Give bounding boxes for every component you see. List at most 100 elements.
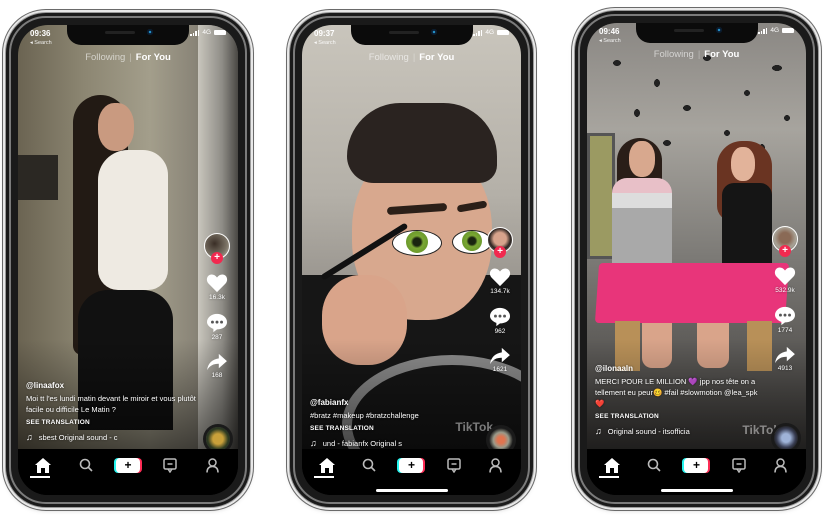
status-time: 09:37 (314, 29, 335, 38)
back-to-search-link[interactable]: ◂ Search (314, 40, 336, 46)
video-caption: @linaafox Moi tt l'es lundi matin devant… (26, 380, 196, 443)
share-arrow-icon (207, 353, 227, 371)
phone-2: 09:37 ◂ Search 4G Following | For You + 13… (290, 13, 533, 507)
share-button[interactable]: 4913 (774, 346, 796, 372)
like-button[interactable]: 134.7k (489, 267, 511, 295)
nav-home[interactable] (312, 456, 342, 474)
tab-separator: | (697, 49, 701, 60)
caption-text: #bratz #makeup #bratzchallenge (310, 411, 419, 420)
like-button[interactable]: 532.9k (774, 266, 796, 294)
inbox-icon (446, 457, 461, 473)
video-subject-face (98, 103, 134, 151)
sound-info[interactable]: ♫ sbest Original sound - c (26, 432, 196, 443)
tab-for-you[interactable]: For You (136, 52, 171, 63)
phone-screen: 09:46 ◂ Search 4G Following | For You + 53… (587, 23, 806, 495)
follow-button[interactable]: + (779, 245, 791, 257)
network-label: 4G (770, 27, 779, 34)
creator-avatar[interactable]: + (204, 233, 230, 264)
nav-discover[interactable] (639, 456, 669, 474)
like-button[interactable]: 16.3k (206, 273, 228, 301)
creator-username[interactable]: @linaafox (26, 380, 196, 391)
nav-create[interactable]: + (396, 456, 426, 474)
phone-screen: 09:36 ◂ Search 4G Following | For You + 16… (18, 25, 238, 495)
plus-icon: + (115, 457, 140, 473)
nav-home[interactable] (28, 456, 58, 474)
status-bar: 09:46 ◂ Search 4G (597, 26, 796, 44)
tab-following[interactable]: Following (654, 49, 694, 60)
signal-icon (190, 29, 200, 36)
see-translation-link[interactable]: SEE TRANSLATION (310, 423, 480, 434)
creator-avatar[interactable]: + (487, 227, 513, 258)
feed-tabs: Following | For You (18, 52, 238, 63)
tab-for-you[interactable]: For You (419, 52, 454, 63)
home-icon (319, 457, 336, 473)
create-button[interactable]: + (397, 457, 426, 473)
create-button[interactable]: + (682, 457, 711, 473)
nav-profile[interactable] (198, 456, 228, 474)
nav-home[interactable] (597, 456, 627, 474)
caption-text: Moi tt l'es lundi matin devant le miroir… (26, 394, 196, 414)
follow-button[interactable]: + (211, 252, 223, 264)
nav-inbox[interactable] (724, 456, 754, 474)
video-caption: @ilonaaln MERCI POUR LE MILLION 💜 jpp no… (595, 363, 760, 437)
comment-button[interactable]: 962 (489, 307, 511, 335)
search-icon (79, 458, 93, 472)
nav-discover[interactable] (71, 456, 101, 474)
tab-following[interactable]: Following (369, 52, 409, 63)
video-caption: @fabianfx #bratz #makeup #bratzchallenge… (310, 397, 480, 449)
tab-following[interactable]: Following (85, 52, 125, 63)
nav-profile[interactable] (766, 456, 796, 474)
nav-inbox[interactable] (155, 456, 185, 474)
sound-title: Original sound - itsofficia (607, 427, 690, 436)
comment-count: 1774 (777, 327, 793, 334)
back-to-search-link[interactable]: ◂ Search (599, 38, 621, 44)
music-disc[interactable] (206, 427, 230, 451)
create-button[interactable]: + (113, 457, 142, 473)
comment-count: 287 (211, 334, 223, 341)
nav-inbox[interactable] (439, 456, 469, 474)
battery-icon (782, 28, 794, 33)
profile-icon (489, 457, 503, 473)
status-bar: 09:36 ◂ Search 4G (28, 28, 228, 46)
home-indicator[interactable] (375, 489, 448, 492)
action-rail: + 134.7k 962 1621 (485, 227, 515, 373)
video-subject-2-face (731, 147, 755, 181)
nav-create[interactable]: + (113, 456, 143, 474)
bottom-nav: + (18, 449, 238, 495)
sound-info[interactable]: ♫ und - fabianfx Original s (310, 438, 480, 449)
share-count: 168 (211, 372, 223, 379)
comment-button[interactable]: 287 (206, 313, 228, 341)
home-icon (35, 457, 52, 473)
see-translation-link[interactable]: SEE TRANSLATION (595, 411, 760, 422)
network-label: 4G (202, 29, 211, 36)
nav-discover[interactable] (354, 456, 384, 474)
follow-button[interactable]: + (494, 246, 506, 258)
music-note-icon: ♫ (310, 438, 317, 448)
video-subject-2-dress (722, 183, 772, 273)
nav-create[interactable]: + (681, 456, 711, 474)
battery-icon (497, 30, 509, 35)
share-button[interactable]: 1621 (489, 347, 511, 373)
feed-tabs: Following | For You (302, 52, 521, 63)
comment-icon (490, 307, 510, 327)
inbox-icon (731, 457, 746, 473)
sound-info[interactable]: ♫ Original sound - itsofficia (595, 426, 760, 437)
video-window (587, 133, 615, 259)
creator-username[interactable]: @ilonaaln (595, 363, 760, 374)
see-translation-link[interactable]: SEE TRANSLATION (26, 417, 196, 428)
status-bar: 09:37 ◂ Search 4G (312, 28, 511, 46)
comment-button[interactable]: 1774 (774, 306, 796, 334)
comment-icon (775, 306, 795, 326)
creator-username[interactable]: @fabianfx (310, 397, 480, 408)
like-count: 532.9k (775, 287, 795, 294)
creator-avatar[interactable]: + (772, 226, 798, 257)
home-indicator[interactable] (660, 489, 733, 492)
nav-profile[interactable] (481, 456, 511, 474)
music-disc[interactable] (774, 426, 798, 450)
profile-icon (206, 457, 219, 473)
share-button[interactable]: 168 (206, 353, 228, 379)
status-indicators: 4G (473, 29, 509, 36)
back-to-search-link[interactable]: ◂ Search (30, 40, 52, 46)
tab-for-you[interactable]: For You (704, 49, 739, 60)
plus-icon: + (684, 457, 709, 473)
